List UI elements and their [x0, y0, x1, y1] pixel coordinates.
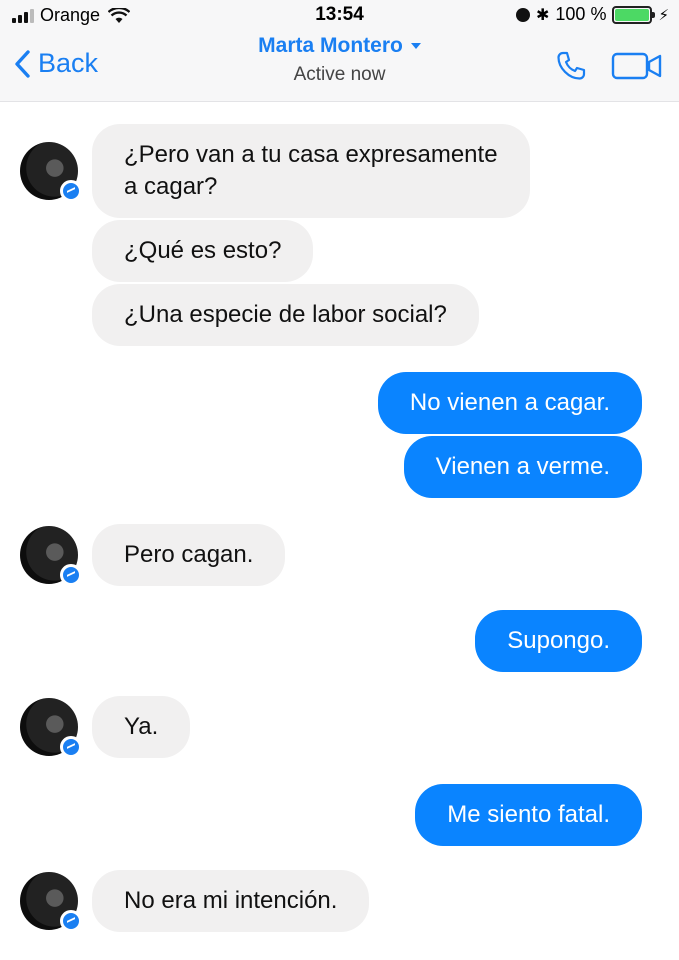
- contact-avatar[interactable]: [20, 526, 82, 586]
- messenger-icon: [60, 564, 82, 586]
- contact-name-row[interactable]: Marta Montero: [258, 34, 421, 58]
- caret-down-icon: [410, 43, 421, 49]
- alarm-icon: [516, 7, 530, 22]
- video-camera-icon[interactable]: [611, 51, 663, 81]
- message-incoming[interactable]: Ya.: [92, 696, 191, 758]
- battery-icon: [612, 5, 656, 24]
- message-list[interactable]: ¿Pero van a tu casa expresamente a cagar…: [0, 102, 679, 960]
- contact-avatar[interactable]: [20, 872, 82, 932]
- bluetooth-icon: ✱: [536, 6, 550, 24]
- contact-name: Marta Montero: [258, 34, 403, 57]
- status-icons: ✱ 100 % ⚡: [516, 4, 669, 25]
- message-outgoing[interactable]: Me siento fatal.: [415, 784, 642, 846]
- contact-avatar[interactable]: [20, 142, 82, 202]
- messenger-icon: [60, 910, 82, 932]
- message-incoming[interactable]: Pero cagan.: [92, 524, 286, 586]
- battery-percent: 100 %: [555, 4, 607, 24]
- status-bar: Orange 13:54 ✱ 100 % ⚡: [0, 0, 679, 30]
- phone-icon[interactable]: [555, 50, 587, 82]
- message-incoming[interactable]: ¿Qué es esto?: [92, 220, 314, 282]
- message-incoming[interactable]: ¿Una especie de labor social?: [92, 284, 479, 346]
- battery-fill: [615, 8, 650, 21]
- header-actions: [555, 50, 663, 82]
- message-outgoing[interactable]: No vienen a cagar.: [377, 372, 642, 434]
- conversation-header: Back Marta Montero Active now: [0, 30, 679, 102]
- message-incoming[interactable]: No era mi intención.: [92, 870, 370, 932]
- charging-icon: ⚡: [658, 6, 669, 24]
- contact-avatar[interactable]: [20, 698, 82, 758]
- message-outgoing[interactable]: Vienen a verme.: [403, 436, 642, 498]
- message-outgoing[interactable]: Supongo.: [475, 610, 642, 672]
- messenger-icon: [60, 180, 82, 202]
- message-incoming[interactable]: ¿Pero van a tu casa expresamente a cagar…: [92, 124, 530, 218]
- messenger-icon: [60, 736, 82, 758]
